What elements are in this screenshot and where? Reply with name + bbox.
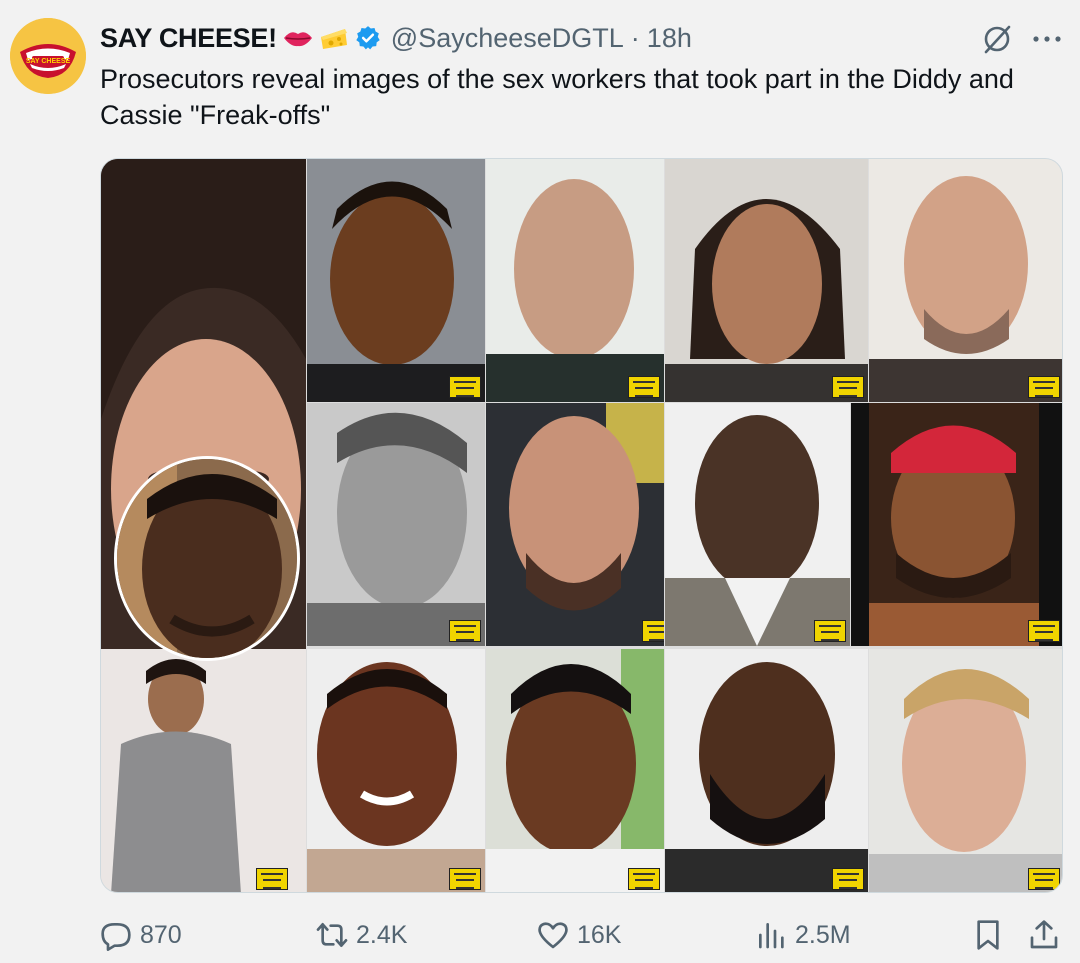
photo-row3-col5[interactable]: [869, 649, 1062, 892]
lips-emoji-icon: [283, 27, 313, 49]
user-handle[interactable]: @SaycheeseDGTL: [391, 23, 624, 54]
exhibit-placard: [628, 868, 660, 890]
like-button[interactable]: 16K: [537, 910, 621, 960]
photo-row3-col2[interactable]: [307, 649, 485, 892]
reply-icon: [101, 923, 131, 951]
exhibit-placard: [1028, 376, 1060, 398]
grok-icon[interactable]: [980, 22, 1014, 56]
exhibit-placard: [642, 620, 664, 642]
media-collage[interactable]: [100, 158, 1063, 893]
exhibit-placard: [832, 376, 864, 398]
avatar-logo-text: SAY CHEESE: [26, 58, 71, 65]
separator-dot: ·: [630, 22, 640, 53]
photo-row2-col3[interactable]: [486, 403, 664, 646]
repost-button[interactable]: 2.4K: [316, 910, 407, 960]
more-options-icon[interactable]: [1030, 26, 1064, 52]
reply-count: 870: [140, 920, 182, 949]
exhibit-placard: [832, 868, 864, 890]
tweet: SAY CHEESE SAY CHEESE! @SaycheeseDGTL · …: [0, 0, 1080, 963]
tweet-text: Prosecutors reveal images of the sex wor…: [100, 64, 1014, 130]
tweet-actions: 870 2.4K 16K 2.5M: [100, 910, 1060, 960]
photo-row1-col2[interactable]: [307, 159, 485, 402]
views-chart-icon: [759, 923, 784, 949]
heart-icon: [538, 922, 568, 949]
photo-row1-col5[interactable]: [869, 159, 1062, 402]
photo-row2-col5[interactable]: [851, 403, 1062, 646]
timestamp[interactable]: 18h: [647, 23, 692, 54]
tweet-header: SAY CHEESE! @SaycheeseDGTL · 18h: [100, 20, 692, 56]
display-name[interactable]: SAY CHEESE!: [100, 23, 277, 54]
exhibit-placard: [1028, 868, 1060, 890]
cheese-emoji-icon: [319, 25, 349, 51]
photo-row1-col3[interactable]: [486, 159, 664, 402]
views-count: 2.5M: [795, 920, 851, 949]
views-button[interactable]: 2.5M: [755, 910, 851, 960]
exhibit-placard: [814, 620, 846, 642]
say-cheese-logo: SAY CHEESE: [10, 18, 86, 94]
photo-row2-col4[interactable]: [665, 403, 850, 646]
photo-row3-col1[interactable]: [101, 649, 306, 892]
share-icon: [1030, 920, 1058, 949]
verified-badge-icon: [355, 25, 381, 51]
exhibit-placard: [449, 620, 481, 642]
exhibit-placard: [449, 868, 481, 890]
photo-row2-col2[interactable]: [307, 403, 485, 646]
share-button[interactable]: [1028, 910, 1060, 960]
exhibit-placard: [628, 376, 660, 398]
photo-row1-col4[interactable]: [665, 159, 868, 402]
bookmark-icon: [977, 920, 999, 950]
exhibit-placard: [449, 376, 481, 398]
like-count: 16K: [577, 920, 622, 949]
bookmark-button[interactable]: [972, 910, 1004, 960]
exhibit-placard: [256, 868, 288, 890]
reply-button[interactable]: 870: [100, 910, 182, 960]
photo-inset-circle[interactable]: [114, 456, 300, 661]
exhibit-placard: [1028, 620, 1060, 642]
repost-count: 2.4K: [356, 920, 408, 949]
avatar[interactable]: SAY CHEESE: [10, 18, 86, 94]
photo-row3-col3[interactable]: [486, 649, 664, 892]
photo-row3-col4[interactable]: [665, 649, 868, 892]
repost-icon: [316, 923, 348, 947]
